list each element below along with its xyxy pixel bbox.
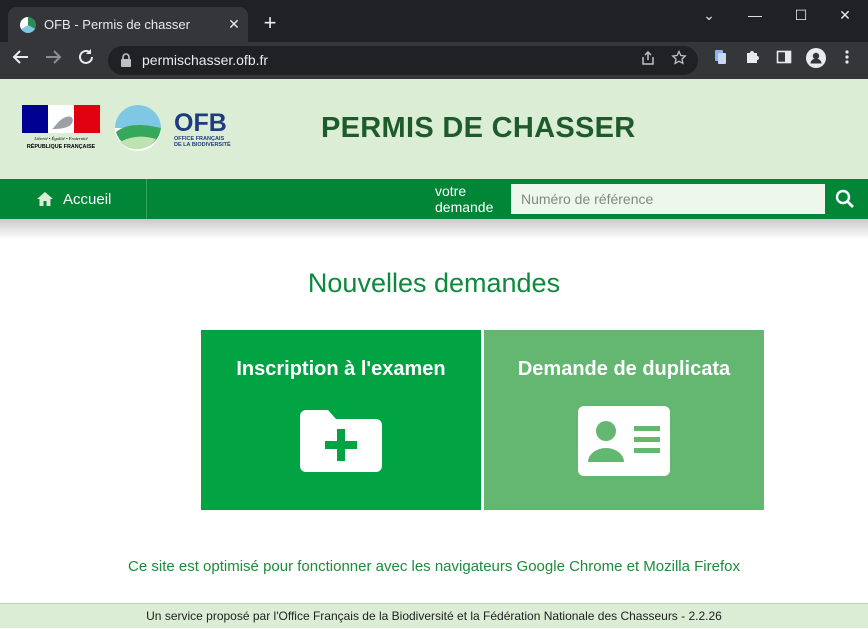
- reload-icon: [79, 49, 93, 64]
- ofb-logo[interactable]: OFB OFFICE FRANÇAIS DE LA BIODIVERSITÉ: [114, 104, 244, 156]
- address-bar[interactable]: permischasser.ofb.fr: [108, 46, 698, 75]
- site-header: Liberté • Égalité • Fraternité RÉPUBLIQU…: [0, 79, 868, 179]
- card-label: Inscription à l'examen: [236, 358, 446, 380]
- ofb-favicon-icon: [20, 16, 36, 33]
- nav-home-link[interactable]: Accueil: [0, 179, 147, 219]
- site-footer: Un service proposé par l'Office Français…: [0, 603, 868, 628]
- minimize-button[interactable]: —: [732, 0, 778, 30]
- nav-shadow: [0, 219, 868, 239]
- browser-tab-strip: OFB - Permis de chasser ✕ + ⌄ — ☐ ✕: [0, 0, 868, 42]
- home-icon: [37, 192, 53, 206]
- back-arrow-icon: [12, 50, 28, 64]
- puzzle-icon[interactable]: [739, 48, 765, 74]
- url-text: permischasser.ofb.fr: [142, 52, 269, 68]
- search-icon: [835, 189, 854, 208]
- id-card-icon: [578, 406, 670, 476]
- votre-demande-label: votre demande: [435, 183, 494, 215]
- back-button[interactable]: [8, 48, 34, 74]
- reload-button[interactable]: [73, 48, 99, 74]
- card-label: Demande de duplicata: [517, 358, 731, 380]
- extension-icon[interactable]: [707, 48, 733, 74]
- tab-search-icon[interactable]: ⌄: [686, 0, 732, 30]
- bookmark-star-icon[interactable]: [668, 49, 690, 72]
- close-window-button[interactable]: ✕: [822, 0, 868, 30]
- tab-close-icon[interactable]: ✕: [220, 16, 248, 33]
- maximize-button[interactable]: ☐: [778, 0, 824, 30]
- section-title: Nouvelles demandes: [307, 268, 561, 298]
- reference-search-input[interactable]: [511, 184, 825, 214]
- profile-icon[interactable]: [803, 48, 829, 74]
- page-title: PERMIS DE CHASSER: [321, 112, 636, 144]
- svg-text:OFB: OFB: [174, 109, 227, 137]
- lock-icon: [121, 53, 131, 67]
- forward-button[interactable]: [40, 48, 66, 74]
- card-demande-duplicata[interactable]: Demande de duplicata: [484, 330, 764, 510]
- browser-toolbar: permischasser.ofb.fr: [0, 42, 868, 79]
- tab-title: OFB - Permis de chasser: [44, 17, 190, 32]
- svg-text:DE LA BIODIVERSITÉ: DE LA BIODIVERSITÉ: [174, 140, 231, 148]
- browser-tab[interactable]: OFB - Permis de chasser ✕: [8, 7, 248, 42]
- side-panel-icon[interactable]: [771, 48, 797, 74]
- new-tab-button[interactable]: +: [258, 11, 282, 35]
- svg-text:RÉPUBLIQUE FRANÇAISE: RÉPUBLIQUE FRANÇAISE: [27, 142, 96, 150]
- nav-home-label: Accueil: [63, 190, 112, 208]
- main-nav: Accueil votre demande: [0, 179, 868, 219]
- folder-plus-icon: [300, 410, 382, 472]
- forward-arrow-icon: [46, 50, 62, 64]
- card-inscription-examen[interactable]: Inscription à l'examen: [201, 330, 481, 510]
- menu-kebab-icon[interactable]: [834, 48, 860, 74]
- share-icon[interactable]: [637, 50, 659, 72]
- republique-francaise-logo[interactable]: Liberté • Égalité • Fraternité RÉPUBLIQU…: [22, 105, 102, 155]
- svg-text:Liberté • Égalité • Fraternité: Liberté • Égalité • Fraternité: [33, 136, 88, 141]
- search-button[interactable]: [826, 179, 864, 219]
- browser-optimization-note: Ce site est optimisé pour fonctionner av…: [128, 558, 740, 575]
